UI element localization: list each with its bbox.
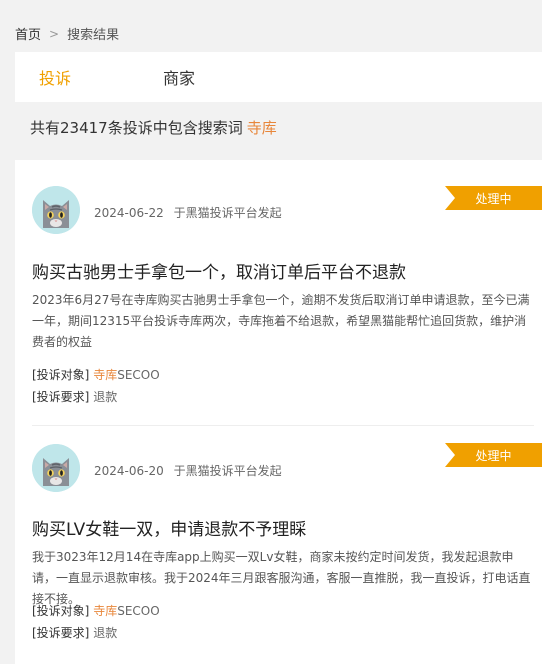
complaint-request: [投诉要求] 退款 [32, 388, 117, 405]
complaint-meta: 2024-06-20 于黑猫投诉平台发起 [94, 462, 282, 479]
status-badge: 处理中 [445, 186, 542, 210]
breadcrumb-home-link[interactable]: 首页 [15, 24, 41, 43]
target-merchant-name: SECOO [117, 604, 160, 618]
tab-bar: 投诉 商家 [15, 52, 542, 102]
cat-avatar-icon [32, 444, 80, 492]
complaint-source: 于黑猫投诉平台发起 [173, 464, 282, 478]
complaint-date: 2024-06-20 [94, 464, 164, 478]
tab-complaints[interactable]: 投诉 [39, 65, 71, 89]
complaint-list: 2024-06-22 于黑猫投诉平台发起 处理中 购买古驰男士手拿包一个，取消订… [15, 160, 542, 664]
complaint-date: 2024-06-22 [94, 206, 164, 220]
target-label: [投诉对象] [32, 368, 90, 382]
breadcrumb-current: 搜索结果 [67, 28, 120, 43]
request-value: 退款 [93, 626, 118, 640]
cat-avatar-icon [32, 186, 80, 234]
request-value: 退款 [93, 390, 118, 404]
target-merchant-link[interactable]: 寺库 [93, 604, 117, 618]
request-label: [投诉要求] [32, 390, 90, 404]
complaint-target: [投诉对象] 寺库SECOO [32, 366, 160, 383]
summary-keyword: 寺库 [246, 118, 277, 137]
complaint-body: 我于3023年12月14在寺库app上购买一双Lv女鞋，商家未按约定时间发货，我… [32, 550, 531, 606]
target-merchant-link[interactable]: 寺库 [93, 368, 117, 382]
target-label: [投诉对象] [32, 604, 90, 618]
complaint-source: 于黑猫投诉平台发起 [173, 206, 282, 220]
request-label: [投诉要求] [32, 626, 90, 640]
complaint-title[interactable]: 购买LV女鞋一双，申请退款不予理睬 [32, 515, 306, 540]
complaint-body: 2023年6月27号在寺库购买古驰男士手拿包一个，逾期不发货后取消订单申请退款，… [32, 293, 530, 349]
summary-text: 共有23417条投诉中包含搜索词 [30, 118, 243, 137]
tab-merchants[interactable]: 商家 [163, 65, 195, 89]
search-summary: 共有23417条投诉中包含搜索词 寺库 [15, 102, 542, 152]
complaint-title[interactable]: 购买古驰男士手拿包一个，取消订单后平台不退款 [32, 258, 406, 283]
target-merchant-name: SECOO [117, 368, 160, 382]
complaint-target: [投诉对象] 寺库SECOO [32, 602, 160, 619]
complaint-card[interactable]: 2024-06-22 于黑猫投诉平台发起 处理中 购买古驰男士手拿包一个，取消订… [32, 160, 542, 426]
complaint-card[interactable]: 2024-06-20 于黑猫投诉平台发起 处理中 购买LV女鞋一双，申请退款不予… [32, 426, 542, 664]
complaint-meta: 2024-06-22 于黑猫投诉平台发起 [94, 204, 282, 221]
complaint-request: [投诉要求] 退款 [32, 624, 117, 641]
breadcrumb-separator: > [49, 26, 60, 41]
breadcrumb: 首页 > 搜索结果 [15, 24, 120, 44]
status-badge: 处理中 [445, 443, 542, 467]
